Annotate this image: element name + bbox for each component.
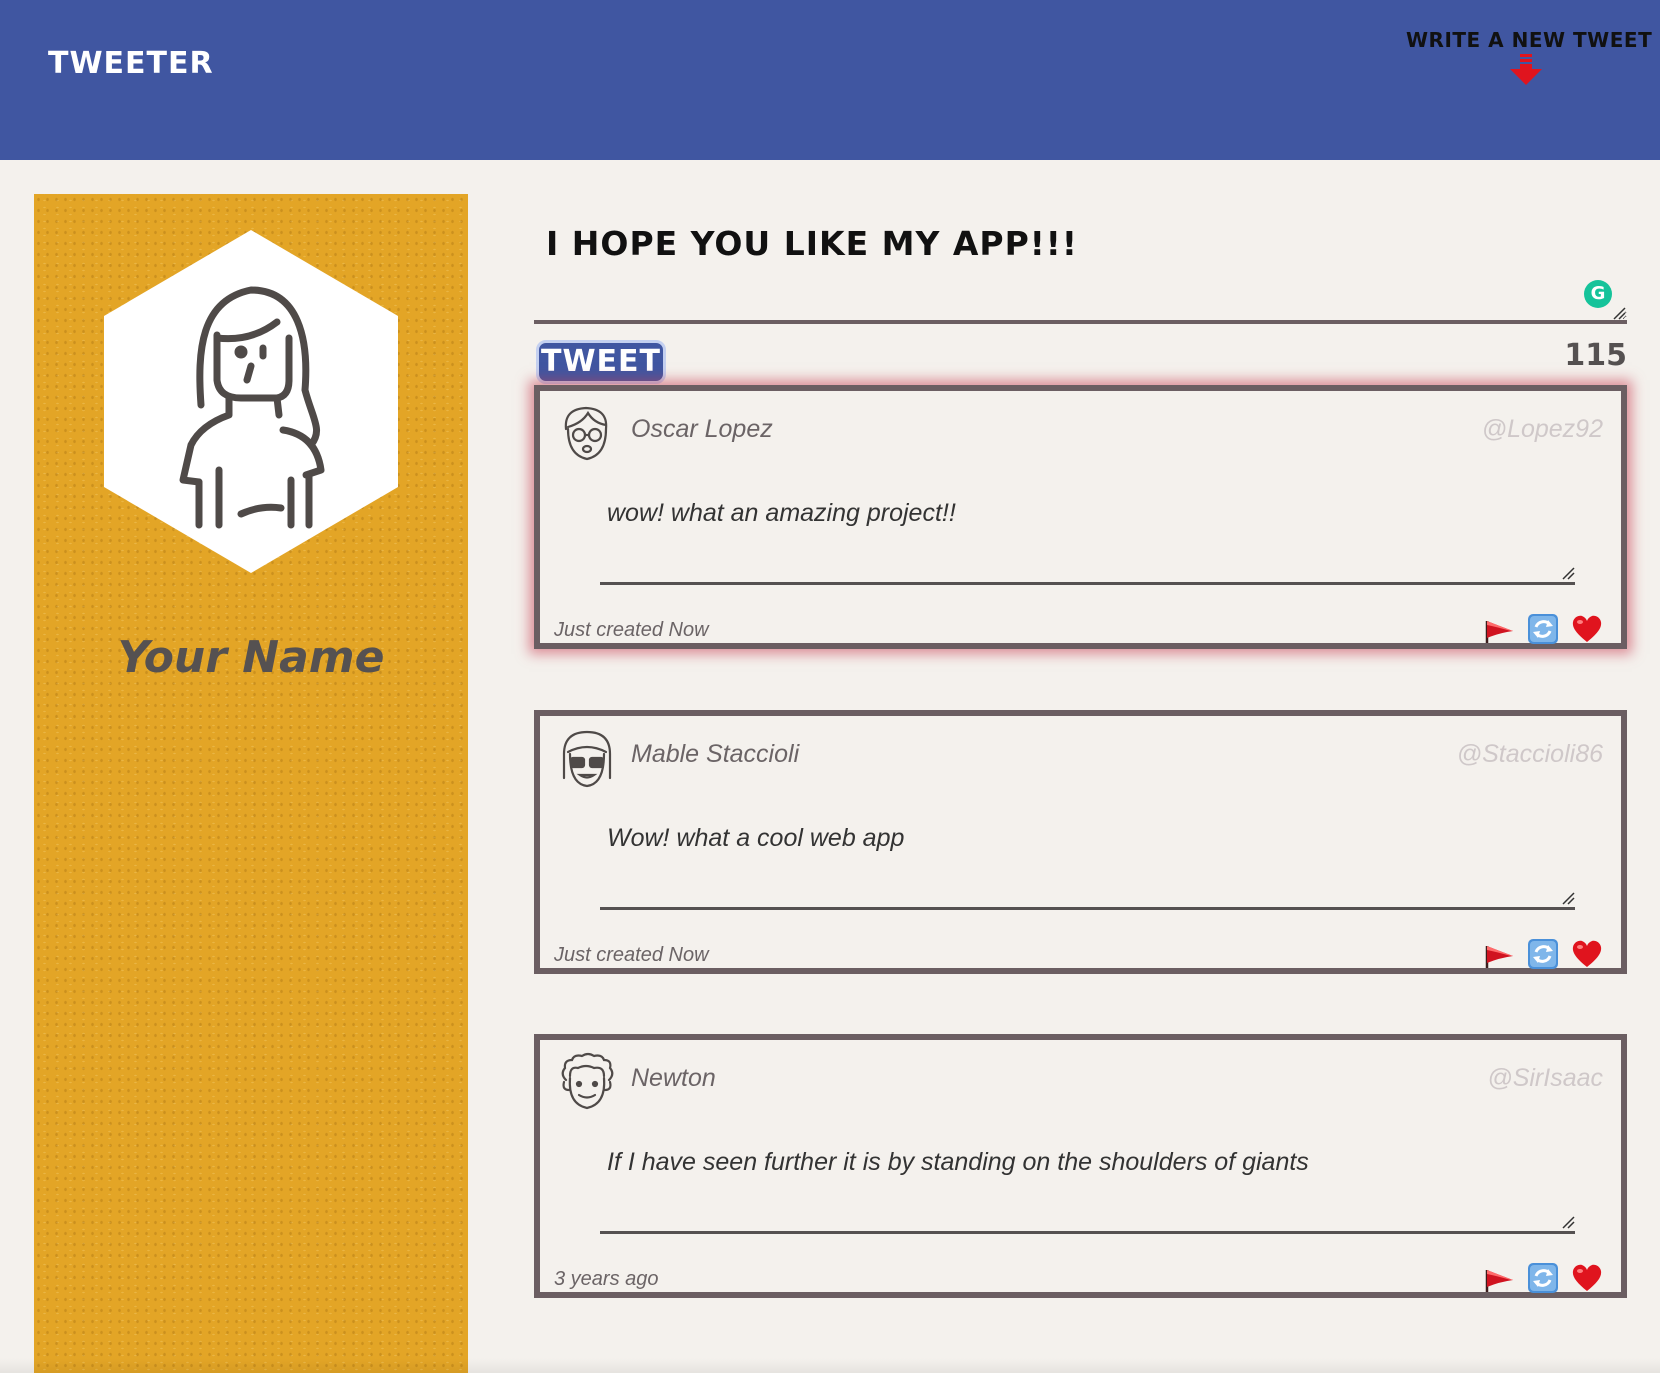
resize-grip-icon[interactable] [1561, 566, 1575, 580]
heart-icon[interactable] [1571, 613, 1603, 645]
tweet-content-text: Wow! what a cool web app [607, 824, 905, 852]
flag-icon[interactable] [1483, 1262, 1515, 1294]
profile-name: Your Name [117, 632, 385, 683]
tweet-card: Mable Staccioli @Staccioli86 Wow! what a… [534, 710, 1627, 974]
down-arrow-icon[interactable] [1506, 54, 1546, 86]
flag-icon[interactable] [1483, 613, 1515, 645]
tweet-actions [1483, 938, 1603, 970]
retweet-icon[interactable] [1527, 1262, 1559, 1294]
tweet-timestamp: Just created Now [554, 619, 709, 641]
write-new-tweet-label[interactable]: WRITE A NEW TWEET [1406, 28, 1652, 52]
tweet-card: Oscar Lopez @Lopez92 wow! what an amazin… [534, 385, 1627, 649]
tweet-timestamp: 3 years ago [554, 1268, 659, 1290]
tweet-submit-button[interactable]: TWEET [536, 340, 666, 384]
retweet-icon[interactable] [1527, 613, 1559, 645]
char-counter: 115 [1564, 338, 1627, 373]
profile-card: Your Name [34, 194, 468, 1373]
resize-grip-icon[interactable] [1561, 1215, 1575, 1229]
glasses-man-avatar-icon [564, 406, 608, 461]
woman-avatar-icon [104, 230, 398, 573]
tweet-actions [1483, 613, 1603, 645]
resize-grip-icon[interactable] [1612, 306, 1626, 320]
tweet-content-box[interactable]: wow! what an amazing project!! [600, 499, 1575, 585]
tweet-timestamp: Just created Now [554, 944, 709, 966]
heart-icon[interactable] [1571, 1262, 1603, 1294]
tweet-content-text: If I have seen further it is by standing… [607, 1148, 1309, 1176]
tweet-author-name: Mable Staccioli [631, 740, 800, 768]
tweet-content-box[interactable]: If I have seen further it is by standing… [600, 1148, 1575, 1234]
tweet-author-handle: @Lopez92 [1481, 415, 1603, 443]
grammarly-icon[interactable]: G [1584, 280, 1612, 308]
retweet-icon[interactable] [1527, 938, 1559, 970]
curly-hair-avatar-icon [561, 1052, 614, 1110]
write-new-tweet-button[interactable]: WRITE A NEW TWEET [1406, 28, 1652, 86]
tweet-author-handle: @Staccioli86 [1456, 740, 1603, 768]
tweet-content-text: wow! what an amazing project!! [607, 499, 956, 527]
brand-logo[interactable]: TWEETER [48, 46, 214, 81]
flag-icon[interactable] [1483, 938, 1515, 970]
tweet-author-handle: @SirIsaac [1487, 1064, 1603, 1092]
top-nav: TWEETER WRITE A NEW TWEET [0, 0, 1660, 160]
heart-icon[interactable] [1571, 938, 1603, 970]
page-bottom-shadow [0, 1358, 1660, 1373]
sunglasses-avatar-icon [562, 730, 612, 788]
tweet-card: Newton @SirIsaac If I have seen further … [534, 1034, 1627, 1298]
tweet-content-box[interactable]: Wow! what a cool web app [600, 824, 1575, 910]
resize-grip-icon[interactable] [1561, 891, 1575, 905]
new-tweet-textarea[interactable] [534, 270, 1627, 324]
tweet-actions [1483, 1262, 1603, 1294]
compose-heading: I HOPE YOU LIKE MY APP!!! [546, 224, 1078, 263]
tweet-author-name: Oscar Lopez [631, 415, 773, 443]
tweet-author-name: Newton [631, 1064, 716, 1092]
